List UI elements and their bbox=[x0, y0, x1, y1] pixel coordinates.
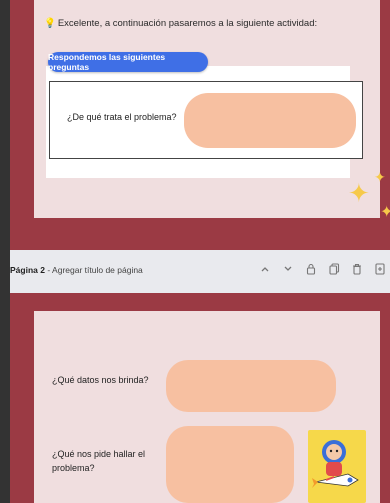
answer-field-what-about[interactable] bbox=[184, 93, 356, 148]
page-1-card: 💡 Excelente, a continuación pasaremos a l… bbox=[34, 0, 380, 218]
page-number: Página 2 bbox=[10, 265, 45, 275]
question-what-about-label: ¿De qué trata el problema? bbox=[67, 112, 177, 122]
astronaut-rocket-icon bbox=[312, 440, 359, 488]
question-find-label: ¿Qué nos pide hallar el problema? bbox=[52, 449, 146, 473]
page-actions bbox=[259, 263, 386, 278]
sparkle-icon: ✦ bbox=[374, 169, 386, 185]
page-title-placeholder: - Agregar título de página bbox=[44, 265, 143, 275]
answer-field-data[interactable] bbox=[166, 360, 336, 412]
page-2-card: ¿Qué datos nos brinda? ¿Qué nos pide hal… bbox=[34, 311, 380, 503]
copy-icon[interactable] bbox=[328, 263, 340, 278]
questions-button[interactable]: Respondemos las siguientes preguntas bbox=[48, 52, 208, 72]
editor-canvas: 💡 Excelente, a continuación pasaremos a l… bbox=[0, 0, 390, 503]
chevron-down-icon[interactable] bbox=[282, 264, 294, 277]
trash-icon[interactable] bbox=[351, 263, 363, 278]
questions-button-label: Respondemos las siguientes preguntas bbox=[48, 52, 166, 72]
chevron-up-icon[interactable] bbox=[259, 264, 271, 277]
lock-icon[interactable] bbox=[305, 263, 317, 278]
intro-label: Excelente, a continuación pasaremos a la… bbox=[57, 18, 318, 29]
sparkle-icon: ✦ bbox=[348, 178, 370, 208]
left-edge bbox=[0, 0, 10, 503]
intro-text: 💡 Excelente, a continuación pasaremos a l… bbox=[44, 18, 317, 29]
question-box: ¿De qué trata el problema? bbox=[49, 81, 363, 159]
answer-field-find[interactable] bbox=[166, 426, 294, 503]
page-title-field[interactable]: Página 2 - Agregar título de página bbox=[10, 265, 143, 275]
question-data-label: ¿Qué datos nos brinda? bbox=[52, 375, 149, 385]
add-page-icon[interactable] bbox=[374, 263, 386, 278]
page-1: 💡 Excelente, a continuación pasaremos a l… bbox=[10, 0, 390, 250]
page-2: ¿Qué datos nos brinda? ¿Qué nos pide hal… bbox=[10, 293, 390, 503]
astronaut-rocket-sticker bbox=[308, 430, 366, 503]
lightbulb-icon: 💡 bbox=[44, 18, 56, 29]
page-toolbar: Página 2 - Agregar título de página bbox=[10, 250, 390, 293]
sparkle-icon: ✦ bbox=[380, 204, 390, 221]
